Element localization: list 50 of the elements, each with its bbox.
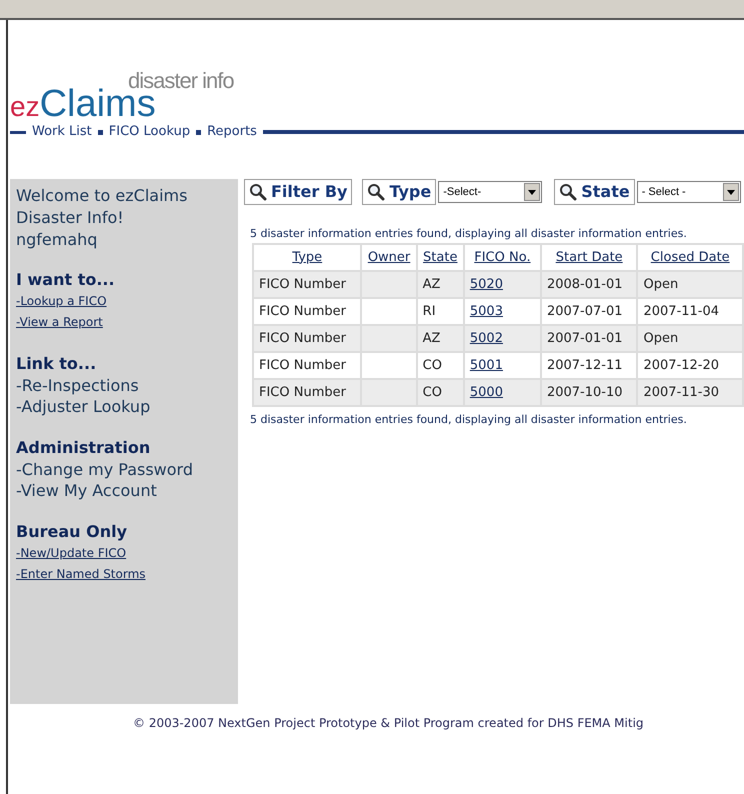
- column-header-link[interactable]: Type: [292, 250, 322, 265]
- table-cell: Open: [643, 330, 678, 346]
- results-summary: 5 disaster information entries found, displaying all disaster information entries.: [250, 413, 688, 427]
- table-cell: FICO Number: [259, 304, 346, 319]
- sidebar-link[interactable]: -New/Update FICO: [16, 543, 238, 564]
- nav-link[interactable]: Work List: [32, 122, 92, 142]
- table-cell: 2007-07-01: [546, 304, 622, 319]
- table-cell: 2007-10-10: [546, 384, 622, 400]
- section-heading: Link to...: [16, 353, 98, 375]
- welcome-text: ngfemahq: [16, 229, 98, 251]
- section-heading: Administration: [16, 437, 152, 459]
- nav-link[interactable]: FICO Lookup: [108, 122, 190, 142]
- sidebar-link[interactable]: -View My Account: [16, 480, 238, 501]
- table-cell: 2008-01-01: [546, 276, 622, 292]
- table-cell: RI: [422, 304, 436, 319]
- table-cell: AZ: [422, 330, 440, 346]
- filter-button[interactable]: Type: [362, 179, 436, 205]
- table-cell: 2007-11-04: [643, 304, 720, 319]
- filter-button[interactable]: State: [554, 179, 635, 205]
- table-cell: FICO Number: [259, 384, 346, 400]
- nav-link[interactable]: Reports: [207, 122, 257, 142]
- sidebar-link[interactable]: -Adjuster Lookup: [16, 396, 238, 417]
- sidebar-link[interactable]: -Enter Named Storms: [16, 564, 238, 585]
- table-cell: CO: [422, 358, 442, 373]
- table-cell: 2007-01-01: [546, 330, 622, 346]
- table-cell: Open: [643, 276, 678, 292]
- table-cell: FICO Number: [259, 330, 346, 346]
- table-cell: 2007-12-20: [643, 358, 720, 373]
- table-cell: 2007-11-30: [643, 384, 720, 400]
- welcome-text: Disaster Info!: [16, 207, 125, 229]
- section-heading: Bureau Only: [16, 521, 128, 543]
- select-dropdown[interactable]: - Select -: [636, 181, 741, 203]
- filter-button[interactable]: Filter By: [244, 179, 352, 205]
- table-cell: CO: [422, 384, 442, 400]
- table-cell: 2007-12-11: [546, 358, 622, 373]
- sidebar-link[interactable]: -Change my Password: [16, 459, 238, 480]
- search-icon: [249, 183, 267, 201]
- welcome-text: Welcome to ezClaims: [16, 185, 188, 207]
- footer-text: © 2003-2007 NextGen Project Prototype & Pilot Program created for DHS FEMA Mitig: [132, 715, 645, 732]
- sidebar-link[interactable]: -Lookup a FICO: [16, 291, 238, 312]
- results-summary: 5 disaster information entries found, displaying all disaster information entries.: [250, 227, 688, 241]
- section-heading: I want to...: [16, 269, 116, 291]
- sidebar-link[interactable]: -View a Report: [16, 312, 238, 333]
- table-cell: FICO Number: [259, 358, 346, 373]
- search-icon: [367, 183, 386, 201]
- table-cell: FICO Number: [259, 276, 346, 292]
- select-dropdown[interactable]: -Select-: [438, 181, 542, 203]
- table-cell: AZ: [422, 276, 440, 292]
- search-icon: [559, 183, 578, 201]
- sidebar-link[interactable]: -Re-Inspections: [16, 375, 238, 396]
